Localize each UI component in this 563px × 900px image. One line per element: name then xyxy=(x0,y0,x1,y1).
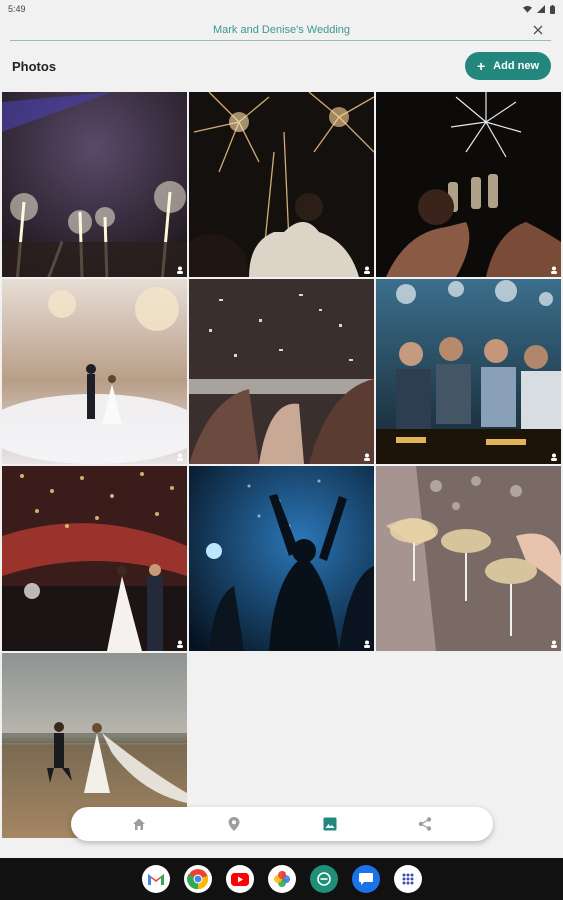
person-icon xyxy=(177,266,183,274)
add-new-button[interactable]: + Add new xyxy=(465,52,551,80)
photo-tile-first-dance[interactable] xyxy=(2,279,187,464)
photo-sparklers xyxy=(2,92,187,277)
nav-share[interactable] xyxy=(414,813,436,835)
plus-icon: + xyxy=(476,58,486,74)
photos-icon xyxy=(323,817,337,831)
photo-toast-fireworks xyxy=(376,92,561,277)
photos-header: Photos + Add new xyxy=(0,50,563,82)
photo-tile-fireworks[interactable] xyxy=(189,92,374,277)
photos-app-icon xyxy=(273,871,290,887)
youtube-icon xyxy=(230,872,249,886)
close-button[interactable] xyxy=(529,21,547,39)
add-new-label: Add new xyxy=(493,60,540,72)
app-drawer[interactable] xyxy=(393,865,422,893)
photo-first-dance xyxy=(2,279,187,464)
app-screen: 5:49 Mark and Denise's Wedding Photos + … xyxy=(0,0,563,900)
person-icon xyxy=(364,640,370,648)
signal-icon xyxy=(537,5,545,13)
photo-tile-friends-toasting[interactable] xyxy=(376,279,561,464)
gmail-app[interactable] xyxy=(141,865,170,893)
person-icon xyxy=(364,266,370,274)
photo-dancing-silhouettes xyxy=(189,466,374,651)
photo-confetti-party xyxy=(189,279,374,464)
photo-tile-dancing-silhouettes[interactable] xyxy=(189,466,374,651)
chrome-icon xyxy=(186,869,208,890)
section-title: Photos xyxy=(12,58,57,74)
bottom-nav xyxy=(71,807,493,841)
messages-green-app[interactable] xyxy=(309,865,338,893)
chrome-app[interactable] xyxy=(183,865,212,893)
status-icons xyxy=(523,4,555,14)
person-icon xyxy=(551,453,557,461)
photo-tile-confetti-party[interactable] xyxy=(189,279,374,464)
photo-grid xyxy=(2,92,561,838)
home-icon xyxy=(132,818,145,830)
person-icon xyxy=(177,453,183,461)
app-drawer-icon xyxy=(402,873,413,885)
person-icon xyxy=(177,640,183,648)
photo-fireworks xyxy=(189,92,374,277)
nav-location[interactable] xyxy=(223,813,245,835)
photo-tile-sparklers[interactable] xyxy=(2,92,187,277)
messages-blue-app[interactable] xyxy=(351,865,380,893)
share-icon xyxy=(419,817,432,831)
photo-tile-champagne-coupes[interactable] xyxy=(376,466,561,651)
person-icon xyxy=(551,266,557,274)
photos-app[interactable] xyxy=(267,865,296,893)
photo-tile-toast-fireworks[interactable] xyxy=(376,92,561,277)
photo-tile-confetti-couple[interactable] xyxy=(2,466,187,651)
location-pin-icon xyxy=(228,817,240,831)
photo-friends-toasting xyxy=(376,279,561,464)
nav-photos[interactable] xyxy=(319,813,341,835)
photo-champagne-coupes xyxy=(376,466,561,651)
gmail-icon xyxy=(147,874,164,885)
person-icon xyxy=(364,453,370,461)
nav-home[interactable] xyxy=(128,813,150,835)
youtube-app[interactable] xyxy=(225,865,254,893)
status-time: 5:49 xyxy=(8,4,26,14)
messages-green-icon xyxy=(316,872,331,886)
event-title: Mark and Denise's Wedding xyxy=(212,24,351,36)
photo-confetti-couple xyxy=(2,466,187,651)
event-title-bar: Mark and Denise's Wedding xyxy=(0,18,563,42)
title-divider xyxy=(10,40,551,41)
person-icon xyxy=(551,640,557,648)
system-dock xyxy=(0,858,563,900)
close-icon xyxy=(533,25,543,35)
wifi-icon xyxy=(523,5,532,13)
status-bar: 5:49 xyxy=(0,0,563,18)
messages-blue-icon xyxy=(358,873,373,885)
battery-icon xyxy=(550,4,555,14)
